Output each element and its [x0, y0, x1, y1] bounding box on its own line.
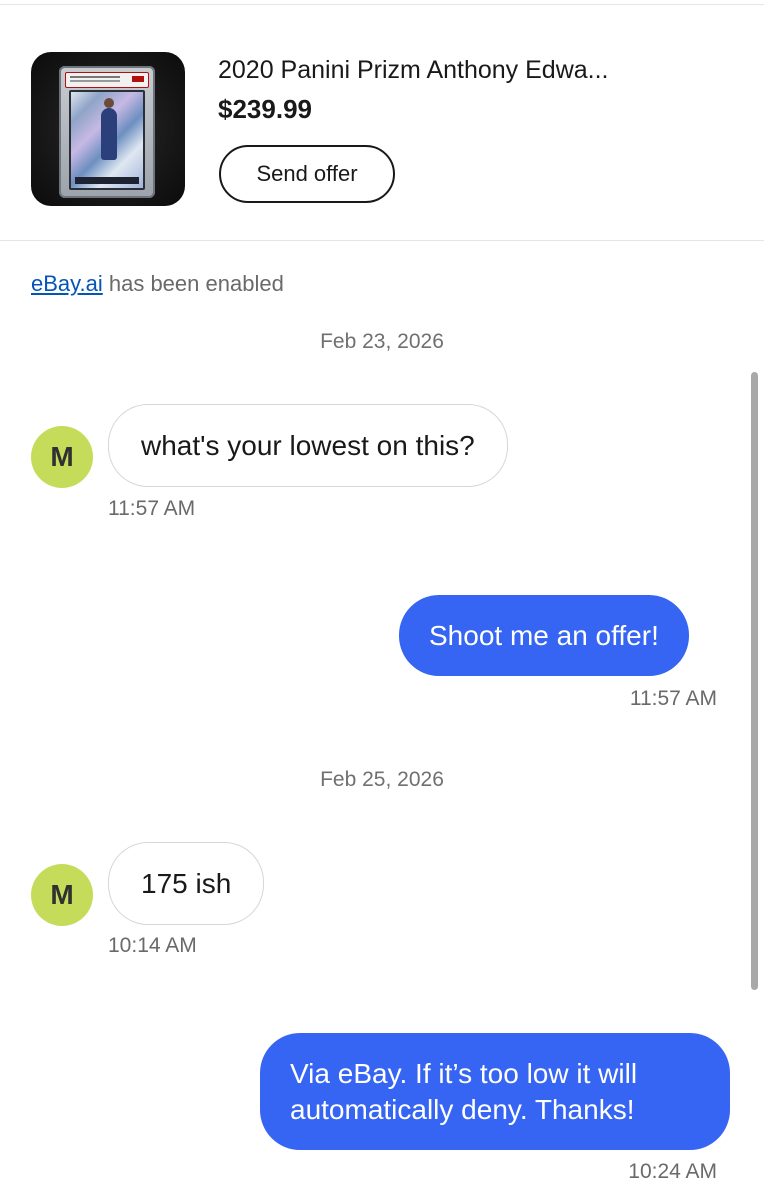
message-timestamp: 10:14 AM [108, 934, 197, 957]
grade-label [65, 72, 149, 88]
scrollbar[interactable] [751, 372, 758, 990]
listing-title[interactable]: 2020 Panini Prizm Anthony Edwa... [218, 54, 609, 86]
player-figure [101, 98, 117, 160]
message-text: 175 ish [141, 867, 232, 899]
outgoing-message-bubble[interactable]: Shoot me an offer! [399, 595, 689, 676]
date-separator: Feb 23, 2026 [320, 330, 444, 353]
listing-thumbnail[interactable] [31, 52, 185, 206]
message-timestamp: 10:24 AM [628, 1160, 717, 1183]
graded-card-image-icon [59, 66, 155, 198]
card-nameplate [75, 177, 139, 184]
message-text: Via eBay. If it’s too low it will automa… [290, 1057, 638, 1125]
send-offer-button[interactable]: Send offer [219, 145, 395, 203]
incoming-message-bubble[interactable]: 175 ish [108, 842, 265, 925]
listing-header[interactable]: 2020 Panini Prizm Anthony Edwa... $239.9… [0, 0, 764, 241]
avatar[interactable]: M [31, 426, 93, 488]
avatar[interactable]: M [31, 864, 93, 926]
date-separator: Feb 25, 2026 [320, 768, 444, 791]
outgoing-message-bubble[interactable]: Via eBay. If it’s too low it will automa… [260, 1033, 730, 1150]
message-timestamp: 11:57 AM [108, 497, 196, 520]
notice-text: has been enabled [102, 271, 284, 296]
card-art [69, 90, 145, 190]
ai-enabled-notice: eBay.ai has been enabled [31, 268, 284, 300]
incoming-message-bubble[interactable]: what's your lowest on this? [108, 404, 508, 487]
chat-screen: 2020 Panini Prizm Anthony Edwa... $239.9… [0, 0, 764, 1200]
listing-price: $239.99 [218, 94, 312, 124]
message-timestamp: 11:57 AM [629, 687, 717, 710]
ebay-ai-link[interactable]: eBay.ai [31, 271, 103, 296]
message-text: Shoot me an offer! [429, 619, 659, 651]
message-text: what's your lowest on this? [141, 429, 475, 461]
